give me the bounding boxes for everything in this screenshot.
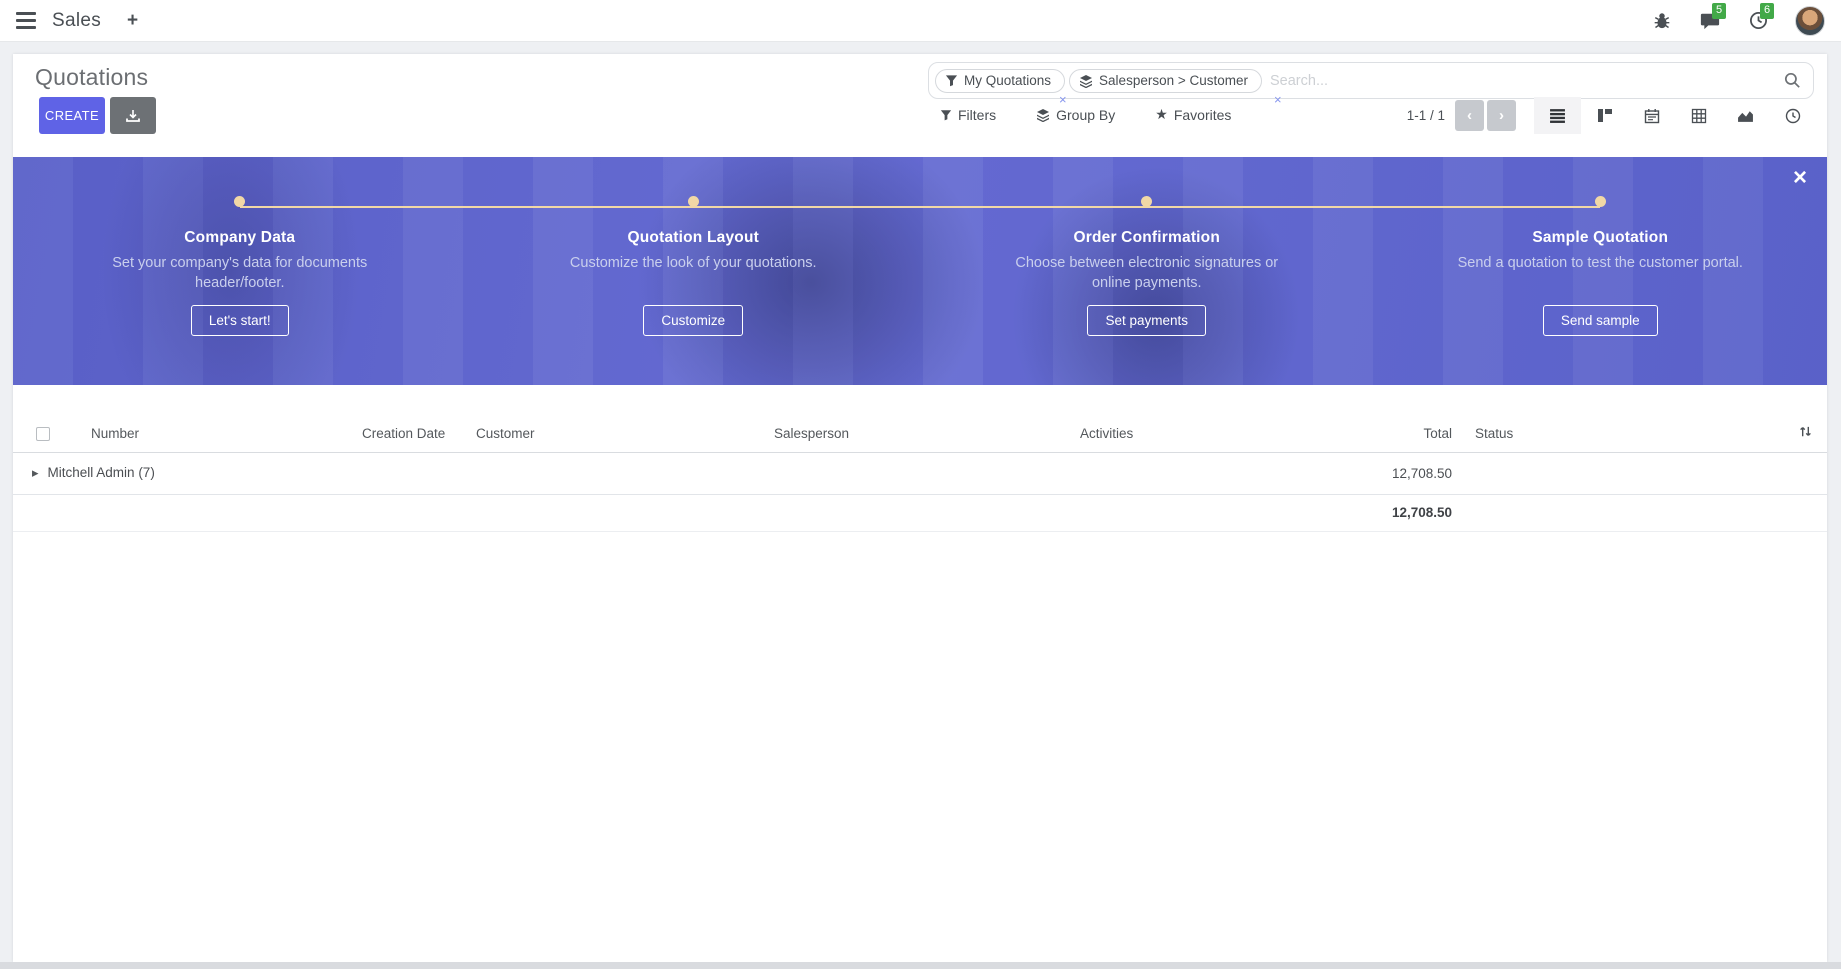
customize-button[interactable]: Customize xyxy=(643,305,743,336)
step-description: Send a quotation to test the customer po… xyxy=(1455,253,1745,295)
apps-menu-icon[interactable] xyxy=(16,12,36,29)
step-title: Order Confirmation xyxy=(920,229,1374,247)
layers-icon xyxy=(1079,74,1093,88)
favorites-button[interactable]: Favorites xyxy=(1155,106,1231,123)
facet-remove-icon[interactable] xyxy=(1059,93,1067,106)
step-description: Choose between electronic signatures or … xyxy=(1002,253,1292,295)
pager-and-views: 1-1 / 1 xyxy=(1407,97,1816,134)
onboarding-banner: Company Data Set your company's data for… xyxy=(13,157,1827,385)
group-row-mitchell-admin[interactable]: Mitchell Admin (7) 12,708.50 xyxy=(13,452,1827,494)
step-title: Quotation Layout xyxy=(467,229,921,247)
pager-range: 1-1 / 1 xyxy=(1407,108,1445,123)
step-dot xyxy=(1141,196,1152,207)
download-icon xyxy=(125,108,141,124)
star-icon xyxy=(1155,106,1168,123)
expand-caret-icon[interactable] xyxy=(32,465,39,481)
set-payments-button[interactable]: Set payments xyxy=(1087,305,1206,336)
list-header-row: Number Creation Date Customer Salesperso… xyxy=(13,415,1827,452)
column-header-salesperson[interactable]: Salesperson xyxy=(762,415,1068,452)
content-sheet: Quotations My Quotations Salesperson > C… xyxy=(13,54,1827,962)
app-name[interactable]: Sales xyxy=(52,10,101,32)
search-icon[interactable] xyxy=(1784,72,1801,89)
pager-previous-button[interactable] xyxy=(1455,100,1484,131)
horizontal-scrollbar-track[interactable] xyxy=(0,962,1841,969)
banner-close-icon[interactable] xyxy=(1793,166,1807,190)
list-view-icon xyxy=(1549,108,1566,123)
view-kanban-button[interactable] xyxy=(1581,97,1628,134)
group-label: Mitchell Admin (7) xyxy=(48,465,155,480)
optional-columns-icon[interactable] xyxy=(1798,424,1813,439)
facet-remove-icon[interactable] xyxy=(1274,93,1282,106)
view-pivot-button[interactable] xyxy=(1675,97,1722,134)
onboarding-step-sample-quotation: Sample Quotation Send a quotation to tes… xyxy=(1374,157,1828,385)
facet-groupby-salesperson-customer[interactable]: Salesperson > Customer xyxy=(1069,69,1262,93)
onboarding-step-order-confirmation: Order Confirmation Choose between electr… xyxy=(920,157,1374,385)
column-header-activities[interactable]: Activities xyxy=(1068,415,1263,452)
graph-view-icon xyxy=(1737,108,1754,123)
step-title: Company Data xyxy=(13,229,467,247)
messages-icon[interactable]: 5 xyxy=(1699,10,1721,32)
view-activity-button[interactable] xyxy=(1769,97,1816,134)
activities-clock-icon[interactable]: 6 xyxy=(1747,10,1769,32)
column-header-creation-date[interactable]: Creation Date xyxy=(350,415,464,452)
onboarding-step-company-data: Company Data Set your company's data for… xyxy=(13,157,467,385)
search-bar[interactable]: My Quotations Salesperson > Customer xyxy=(928,62,1814,99)
plus-tab-icon[interactable] xyxy=(127,10,138,32)
facet-label: Salesperson > Customer xyxy=(1099,73,1248,88)
list-footer-row: 12,708.50 xyxy=(13,494,1827,531)
filter-icon xyxy=(940,109,952,121)
column-header-customer[interactable]: Customer xyxy=(464,415,762,452)
quotations-list: Number Creation Date Customer Salesperso… xyxy=(13,415,1827,532)
create-button[interactable]: CREATE xyxy=(39,97,105,134)
step-title: Sample Quotation xyxy=(1374,229,1828,247)
filters-label: Filters xyxy=(958,107,996,123)
layers-icon xyxy=(1036,108,1050,122)
page-title: Quotations xyxy=(35,64,148,91)
group-total: 12,708.50 xyxy=(1263,452,1463,494)
kanban-view-icon xyxy=(1597,108,1613,123)
debug-bug-icon[interactable] xyxy=(1651,10,1673,32)
step-description: Set your company's data for documents he… xyxy=(95,253,385,295)
messages-badge: 5 xyxy=(1712,3,1726,19)
step-dot xyxy=(234,196,245,207)
search-input[interactable] xyxy=(1270,73,1784,89)
footer-total: 12,708.50 xyxy=(1263,494,1463,531)
view-switcher xyxy=(1534,97,1816,134)
view-calendar-button[interactable] xyxy=(1628,97,1675,134)
pager-next-button[interactable] xyxy=(1487,100,1516,131)
facet-my-quotations[interactable]: My Quotations xyxy=(935,69,1065,93)
activities-badge: 6 xyxy=(1760,3,1774,19)
step-description: Customize the look of your quotations. xyxy=(548,253,838,295)
view-list-button[interactable] xyxy=(1534,97,1581,134)
column-header-number[interactable]: Number xyxy=(79,415,350,452)
user-avatar[interactable] xyxy=(1795,6,1825,36)
group-by-label: Group By xyxy=(1056,107,1115,123)
pivot-view-icon xyxy=(1691,108,1707,124)
favorites-label: Favorites xyxy=(1174,107,1232,123)
select-all-checkbox[interactable] xyxy=(36,427,50,441)
filters-button[interactable]: Filters xyxy=(940,107,996,123)
onboarding-step-quotation-layout: Quotation Layout Customize the look of y… xyxy=(467,157,921,385)
column-header-total[interactable]: Total xyxy=(1263,415,1463,452)
send-sample-button[interactable]: Send sample xyxy=(1543,305,1658,336)
top-navbar: Sales 5 6 xyxy=(0,0,1841,42)
filter-icon xyxy=(945,74,958,87)
step-dot xyxy=(1595,196,1606,207)
activity-view-icon xyxy=(1785,108,1801,124)
group-by-button[interactable]: Group By xyxy=(1036,107,1115,123)
search-options-row: Filters Group By Favorites xyxy=(940,106,1231,123)
lets-start-button[interactable]: Let's start! xyxy=(191,305,289,336)
column-header-status[interactable]: Status xyxy=(1463,415,1713,452)
view-graph-button[interactable] xyxy=(1722,97,1769,134)
facet-label: My Quotations xyxy=(964,73,1051,88)
calendar-view-icon xyxy=(1644,108,1660,124)
export-button[interactable] xyxy=(110,97,156,134)
step-dot xyxy=(688,196,699,207)
